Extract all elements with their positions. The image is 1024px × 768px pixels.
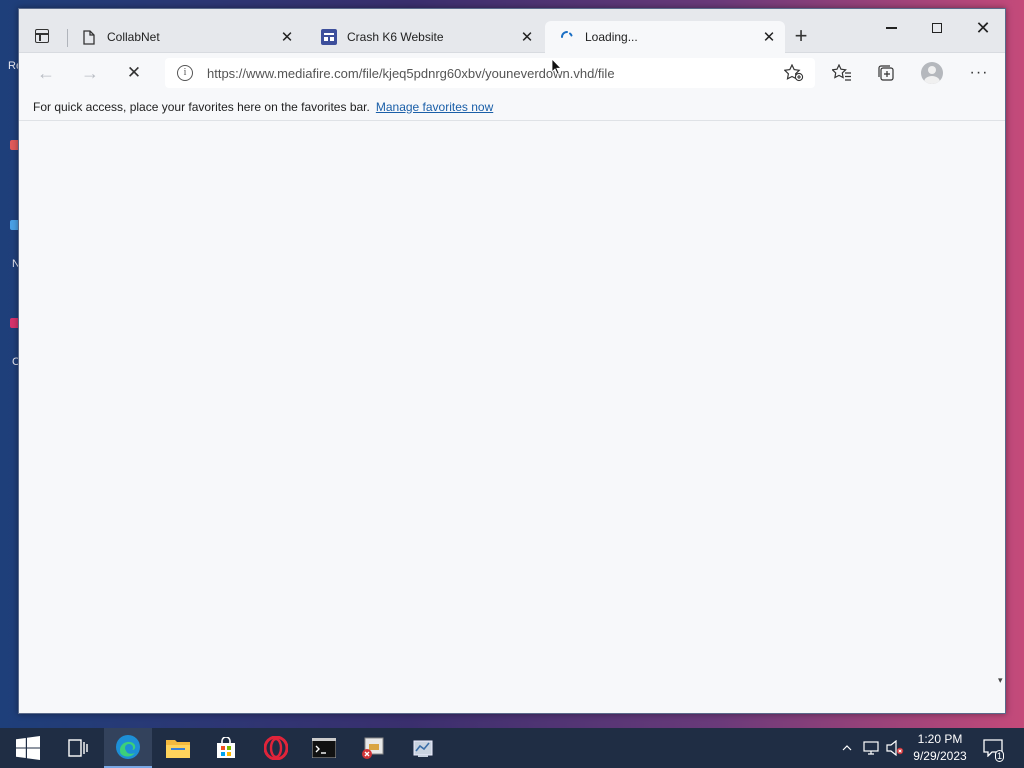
volume-muted-icon[interactable] [884,728,906,768]
window-close-button[interactable]: ✕ [961,13,1005,43]
tab-title: Loading... [585,30,638,44]
browser-toolbar: ← → ✕ i https://www.mediafire.com/file/k… [19,53,1005,93]
favorites-bar: For quick access, place your favorites h… [19,93,1005,121]
address-bar[interactable]: i https://www.mediafire.com/file/kjeq5pd… [165,58,815,88]
task-view-icon [68,739,88,757]
browser-window: CollabNet ✕ Crash K6 Website ✕ Loading..… [18,8,1006,714]
tab-close-button[interactable]: ✕ [277,27,297,47]
minimize-button[interactable] [869,13,913,43]
network-tool-icon [413,740,433,757]
tray-overflow-chevron-icon[interactable] [838,728,856,768]
settings-more-button[interactable]: ··· [964,59,994,87]
back-button[interactable]: ← [31,59,61,87]
network-tool-taskbar-button[interactable] [400,728,448,768]
tab-strip: CollabNet ✕ Crash K6 Website ✕ Loading..… [19,9,1005,53]
minimize-icon [885,27,897,29]
terminal-icon [312,738,336,758]
tab-close-button[interactable]: ✕ [517,27,537,47]
network-status-icon[interactable] [860,728,882,768]
taskbar: 1:20 PM 9/29/2023 1 [0,728,1024,768]
opera-taskbar-button[interactable] [252,728,300,768]
store-icon [217,737,235,758]
profile-avatar[interactable] [921,62,943,84]
favorites-icon [832,64,851,81]
notification-count-badge: 1 [995,750,1005,762]
file-explorer-taskbar-button[interactable] [154,728,202,768]
collections-icon [878,65,894,81]
maximize-icon [932,23,942,33]
url-text[interactable]: https://www.mediafire.com/file/kjeq5pdnr… [207,66,779,81]
tab-actions-button[interactable] [27,23,57,49]
installer-icon [362,737,384,759]
edge-taskbar-button[interactable] [104,728,152,768]
installer-taskbar-button[interactable] [350,728,398,768]
loading-spinner-icon [559,29,575,45]
stop-loading-button[interactable]: ✕ [119,59,149,87]
opera-icon [264,736,288,760]
edge-icon [116,735,140,759]
forward-button[interactable]: → [75,59,105,87]
tab-title: Crash K6 Website [347,30,444,44]
task-view-button[interactable] [54,728,102,768]
clock-date: 9/29/2023 [913,749,967,763]
clock-time: 1:20 PM [917,732,963,746]
maximize-button[interactable] [915,13,959,43]
site-icon [321,29,337,45]
terminal-taskbar-button[interactable] [300,728,348,768]
page-icon [81,29,97,45]
scroll-down-icon[interactable]: ▾ [998,675,1006,689]
system-clock[interactable]: 1:20 PM 9/29/2023 [908,731,972,765]
manage-favorites-link[interactable]: Manage favorites now [376,100,493,114]
windows-start-icon [16,736,40,760]
tab-title: CollabNet [107,30,160,44]
tab-collabnet[interactable]: CollabNet ✕ [67,21,303,53]
action-center-button[interactable]: 1 [978,728,1008,768]
tab-loading[interactable]: Loading... ✕ [545,21,785,53]
tab-crash-k6-website[interactable]: Crash K6 Website ✕ [307,21,543,53]
store-taskbar-button[interactable] [202,728,250,768]
start-button[interactable] [4,728,52,768]
site-info-icon[interactable]: i [177,65,193,81]
file-explorer-icon [166,740,190,758]
page-content[interactable]: ▾ [19,122,1005,713]
favorites-button[interactable] [827,59,857,87]
collections-button[interactable] [871,59,901,87]
new-tab-button[interactable]: + [789,25,813,49]
favorites-bar-message: For quick access, place your favorites h… [33,99,370,114]
add-favorite-icon[interactable] [779,60,809,86]
tab-actions-icon [35,29,49,43]
tab-close-button[interactable]: ✕ [759,27,779,47]
